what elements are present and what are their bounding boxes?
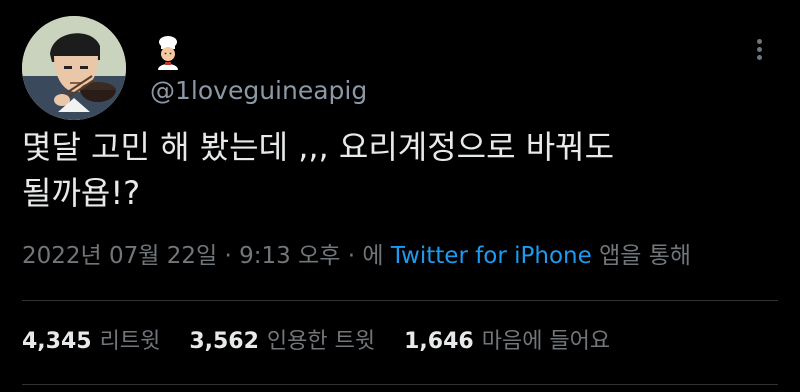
- via-suffix: 앱을 통해: [591, 243, 692, 269]
- meta-separator: ·: [217, 243, 240, 269]
- quotes-label: 인용한 트윗: [266, 329, 376, 354]
- user-handle[interactable]: @1loveguineapig: [150, 76, 367, 105]
- avatar[interactable]: [22, 16, 126, 120]
- quotes-count: 3,562: [189, 329, 259, 354]
- source-link[interactable]: Twitter for iPhone: [391, 243, 592, 269]
- tweet: @1loveguineapig 몇달 고민 해 봤는데 ,,, 요리계정으로 바…: [0, 0, 800, 392]
- avatar-image: [22, 16, 126, 120]
- meta-separator: ·: [340, 243, 363, 269]
- likes-stat[interactable]: 1,646 마음에 들어요: [404, 323, 610, 355]
- tweet-time[interactable]: 9:13 오후: [239, 243, 340, 269]
- cook-emoji-icon: [158, 36, 178, 70]
- likes-count: 1,646: [404, 329, 474, 354]
- retweets-label: 리트윗: [99, 329, 161, 354]
- likes-label: 마음에 들어요: [481, 329, 611, 354]
- divider: [22, 300, 778, 301]
- display-name[interactable]: [150, 34, 186, 70]
- via-prefix: 에: [362, 243, 391, 269]
- divider: [22, 384, 778, 385]
- retweets-stat[interactable]: 4,345 리트윗: [22, 323, 160, 355]
- tweet-stats: 4,345 리트윗 3,562 인용한 트윗 1,646 마음에 들어요: [22, 323, 632, 355]
- retweets-count: 4,345: [22, 329, 92, 354]
- more-options-icon[interactable]: [748, 36, 770, 66]
- tweet-meta: 2022년 07월 22일 · 9:13 오후 · 에 Twitter for …: [22, 236, 691, 270]
- tweet-date[interactable]: 2022년 07월 22일: [22, 243, 217, 269]
- quotes-stat[interactable]: 3,562 인용한 트윗: [189, 323, 375, 355]
- tweet-text: 몇달 고민 해 봤는데 ,,, 요리계정으로 바꿔도 될까욥!?: [22, 128, 615, 212]
